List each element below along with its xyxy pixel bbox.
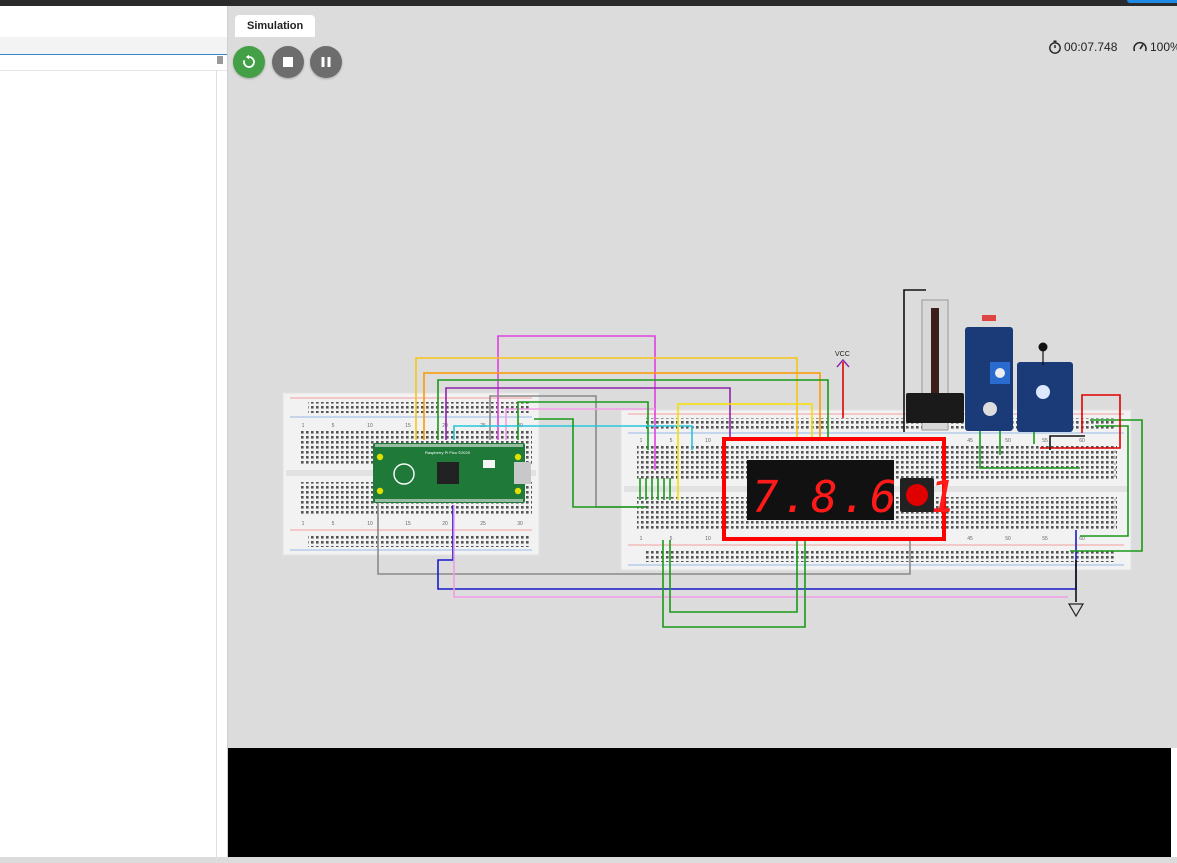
left-col-30-bottom: 30 [517, 521, 523, 527]
row-letter-j: j [1114, 522, 1116, 527]
vcc-label: VCC [835, 351, 850, 358]
circuit-canvas[interactable]: 1 5 10 15 20 25 30 1 5 10 15 20 25 30 1 [0, 0, 1177, 748]
raspberry-pi-pico[interactable]: Raspberry Pi Pico ©2020 [373, 443, 531, 503]
left-col-1: 1 [302, 423, 305, 429]
right-col-55: 55 [1042, 438, 1048, 444]
row-letter-i: i [1115, 516, 1116, 521]
serial-monitor[interactable] [228, 748, 1171, 857]
left-col-20-bottom: 20 [442, 521, 448, 527]
slider-knob[interactable] [906, 393, 964, 423]
left-col-20: 20 [442, 423, 448, 429]
right-col-50: 50 [1005, 438, 1011, 444]
left-col-15-bottom: 15 [405, 521, 411, 527]
left-col-1-bottom: 1 [302, 521, 305, 527]
right-col-1: 1 [640, 438, 643, 444]
right-col-55-bottom: 55 [1042, 536, 1048, 542]
right-col-60-bottom: 60 [1079, 536, 1085, 542]
left-col-5: 5 [332, 423, 335, 429]
sensor-module-ldr[interactable] [965, 315, 1013, 431]
left-col-10: 10 [367, 423, 373, 429]
pico-label: Raspberry Pi Pico ©2020 [425, 450, 471, 455]
right-col-5: 5 [670, 438, 673, 444]
serial-monitor-scrollbar[interactable] [1171, 748, 1177, 857]
push-button-cap[interactable] [906, 484, 928, 506]
right-col-45: 45 [967, 438, 973, 444]
left-col-15: 15 [405, 423, 411, 429]
right-col-10: 10 [705, 438, 711, 444]
left-col-10-bottom: 10 [367, 521, 373, 527]
ground-terminal[interactable] [1067, 603, 1085, 618]
right-col-1-bottom: 1 [640, 536, 643, 542]
left-col-25-bottom: 25 [480, 521, 486, 527]
right-col-45-bottom: 45 [967, 536, 973, 542]
sensor-module-temperature[interactable] [1017, 342, 1073, 433]
slide-potentiometer[interactable] [906, 299, 964, 431]
left-col-5-bottom: 5 [332, 521, 335, 527]
right-col-10-bottom: 10 [705, 536, 711, 542]
right-col-50-bottom: 50 [1005, 536, 1011, 542]
right-col-60: 60 [1079, 438, 1085, 444]
